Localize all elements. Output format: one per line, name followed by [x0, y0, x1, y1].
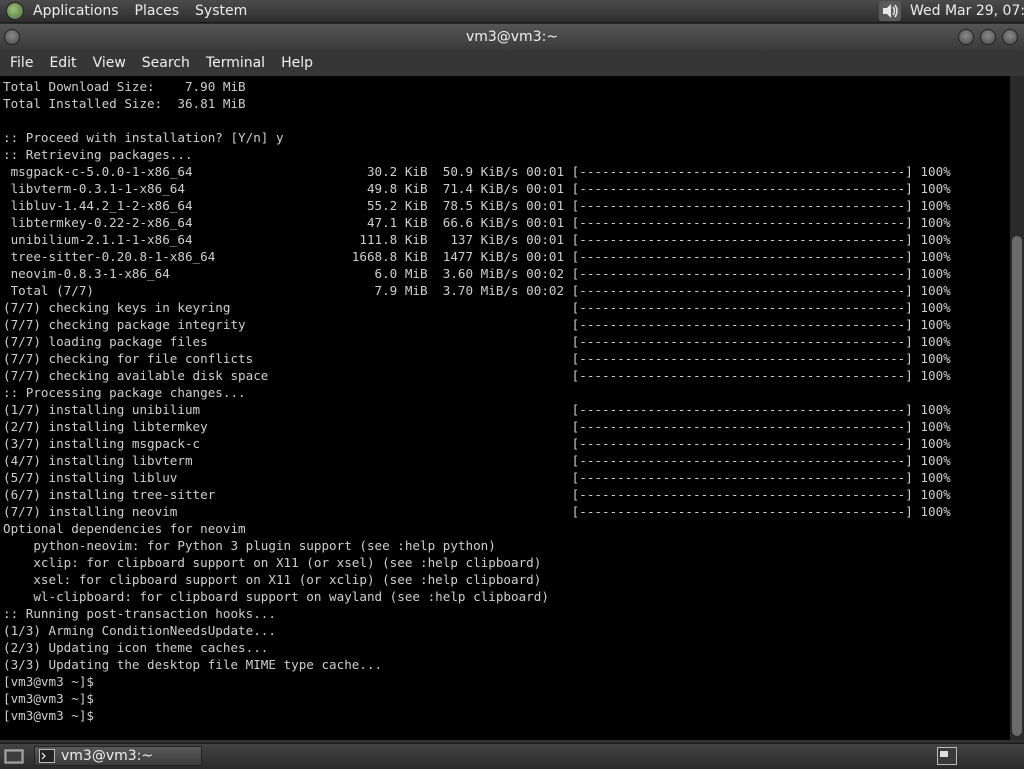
terminal-line: Total Installed Size: 36.81 MiB: [3, 96, 246, 111]
terminal-line: (1/3) Arming ConditionNeedsUpdate...: [3, 623, 276, 638]
window-titlebar[interactable]: vm3@vm3:~: [0, 24, 1024, 50]
maximize-button[interactable]: [980, 29, 996, 45]
window-menubar: File Edit View Search Terminal Help: [0, 50, 1024, 76]
terminal-line: [vm3@vm3 ~]$: [3, 674, 94, 689]
terminal-line: [vm3@vm3 ~]$: [3, 708, 94, 723]
terminal-icon: [39, 749, 55, 763]
terminal-line: (7/7) installing neovim [---------------…: [3, 504, 951, 519]
menu-file[interactable]: File: [10, 55, 33, 71]
foot-logo-icon[interactable]: [6, 2, 24, 20]
terminal-line: Optional dependencies for neovim: [3, 521, 246, 536]
terminal-line: (1/7) installing unibilium [------------…: [3, 402, 951, 417]
terminal-line: Total Download Size: 7.90 MiB: [3, 79, 246, 94]
terminal-line: (2/7) installing libtermkey [-----------…: [3, 419, 951, 434]
terminal-line: (7/7) checking package integrity [------…: [3, 317, 951, 332]
window-title: vm3@vm3:~: [465, 29, 559, 45]
menu-view[interactable]: View: [93, 55, 126, 71]
terminal-line: unibilium-2.1.1-1-x86_64 111.8 KiB 137 K…: [3, 232, 951, 247]
terminal-line: (6/7) installing tree-sitter [----------…: [3, 487, 951, 502]
bottom-panel: vm3@vm3:~: [0, 743, 1024, 769]
top-panel: Applications Places System Wed Mar 29, 0…: [0, 0, 1024, 23]
menu-applications[interactable]: Applications: [33, 3, 119, 19]
terminal-line: wl-clipboard: for clipboard support on w…: [3, 589, 549, 604]
terminal-line: (5/7) installing libluv [---------------…: [3, 470, 951, 485]
terminal-line: (7/7) checking keys in keyring [--------…: [3, 300, 951, 315]
terminal-output[interactable]: Total Download Size: 7.90 MiB Total Insta…: [0, 76, 1010, 740]
panel-menus: Applications Places System: [6, 0, 263, 22]
terminal-line: :: Retrieving packages...: [3, 147, 193, 162]
terminal-line: (7/7) loading package files [-----------…: [3, 334, 951, 349]
terminal-window: vm3@vm3:~ File Edit View Search Terminal…: [0, 24, 1024, 742]
terminal-line: libtermkey-0.22-2-x86_64 47.1 KiB 66.6 K…: [3, 215, 951, 230]
terminal-line: (2/3) Updating icon theme caches...: [3, 640, 269, 655]
terminal-line: neovim-0.8.3-1-x86_64 6.0 MiB 3.60 MiB/s…: [3, 266, 951, 281]
terminal-line: msgpack-c-5.0.0-1-x86_64 30.2 KiB 50.9 K…: [3, 164, 951, 179]
speaker-icon[interactable]: [879, 1, 901, 21]
terminal-line: libvterm-0.3.1-1-x86_64 49.8 KiB 71.4 Ki…: [3, 181, 951, 196]
terminal-line: (7/7) checking available disk space [---…: [3, 368, 951, 383]
terminal-line: :: Proceed with installation? [Y/n] y: [3, 130, 284, 145]
terminal-lines: Total Download Size: 7.90 MiB Total Insta…: [3, 78, 951, 724]
scrollbar-thumb[interactable]: [1012, 236, 1022, 736]
terminal-line: xclip: for clipboard support on X11 (or …: [3, 555, 542, 570]
menu-places[interactable]: Places: [135, 3, 180, 19]
terminal-line: :: Running post-transaction hooks...: [3, 606, 276, 621]
terminal-line: :: Processing package changes...: [3, 385, 246, 400]
terminal-line: [vm3@vm3 ~]$: [3, 691, 94, 706]
terminal-line: (3/7) installing msgpack-c [------------…: [3, 436, 951, 451]
workspace-icon[interactable]: [937, 747, 957, 765]
menu-help[interactable]: Help: [281, 55, 313, 71]
menu-system[interactable]: System: [195, 3, 247, 19]
terminal-line: python-neovim: for Python 3 plugin suppo…: [3, 538, 496, 553]
menu-edit[interactable]: Edit: [49, 55, 76, 71]
terminal-line: (4/7) installing libvterm [-------------…: [3, 453, 951, 468]
terminal-line: (3/3) Updating the desktop file MIME typ…: [3, 657, 383, 672]
menu-terminal[interactable]: Terminal: [206, 55, 265, 71]
close-button[interactable]: [1002, 29, 1018, 45]
minimize-button[interactable]: [958, 29, 974, 45]
terminal-scrollbar[interactable]: [1010, 76, 1024, 740]
taskbar-terminal-label: vm3@vm3:~: [61, 748, 154, 764]
taskbar-terminal-button[interactable]: vm3@vm3:~: [34, 746, 202, 766]
show-desktop-icon[interactable]: [4, 747, 24, 765]
menu-search[interactable]: Search: [142, 55, 190, 71]
terminal-line: xsel: for clipboard support on X11 (or x…: [3, 572, 542, 587]
clock[interactable]: Wed Mar 29, 07:33: [910, 0, 1024, 22]
terminal-line: (7/7) checking for file conflicts [-----…: [3, 351, 951, 366]
terminal-line: Total (7/7) 7.9 MiB 3.70 MiB/s 00:02 [--…: [3, 283, 951, 298]
terminal-line: tree-sitter-0.20.8-1-x86_64 1668.8 KiB 1…: [3, 249, 951, 264]
terminal-line: libluv-1.44.2_1-2-x86_64 55.2 KiB 78.5 K…: [3, 198, 951, 213]
